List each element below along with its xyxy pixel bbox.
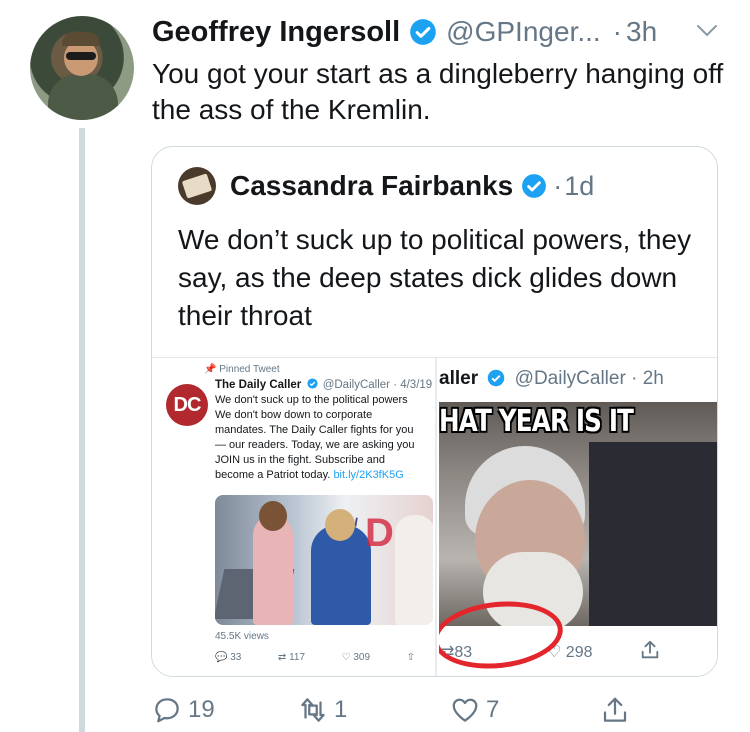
author-avatar[interactable] [30,16,134,120]
share-icon [603,697,627,722]
reply-count: 19 [188,696,215,723]
quoted-tweet[interactable]: Cassandra Fairbanks · 1d We don’t suck u… [151,146,718,677]
like-button[interactable]: 7 [450,690,499,730]
thread-line [79,128,85,732]
daily-caller-logo: DC [166,384,208,426]
screenshot-text: We don't suck up to the political powers… [215,394,415,481]
verified-badge-icon [306,378,318,389]
author-handle[interactable]: @GPInger... [446,16,601,48]
daily-caller-pinned-screenshot: 📌 Pinned Tweet DC The Daily Caller @Dail… [152,358,437,676]
retweet-icon [301,698,325,722]
separator-dot: · [612,16,622,47]
screenshot-header: aller @DailyCaller · 2h [439,368,664,389]
tweet-actions: 19 1 7 [150,690,710,730]
retweet-button[interactable]: 1 [298,690,347,730]
quoted-author-avatar [178,167,216,205]
quoted-tweet-time: 1d [564,170,595,201]
tweet-text: You got your start as a dingleberry hang… [152,58,724,125]
retweet-count: 1 [334,696,348,723]
verified-badge-icon [488,369,505,387]
chevron-down-icon[interactable] [696,24,718,38]
screenshot-header: The Daily Caller @DailyCaller · 4/3/19 [215,378,433,391]
quoted-tweet-image[interactable]: 📌 Pinned Tweet DC The Daily Caller @Dail… [152,357,717,676]
views-count: 45.5K views [215,631,269,642]
tweet-time[interactable]: 3h [626,16,657,48]
verified-badge-icon [410,19,437,45]
heart-icon [452,698,478,722]
quoted-author-name: Cassandra Fairbanks [230,170,514,201]
share-icon [641,640,659,659]
separator-dot: · [553,170,563,201]
meme-image: HAT YEAR IS IT [439,402,717,626]
reply-button[interactable]: 19 [152,690,215,730]
meme-caption: HAT YEAR IS IT [439,404,634,439]
like-count: 7 [486,696,500,723]
verified-badge-icon [522,174,547,198]
quoted-tweet-header: Cassandra Fairbanks · 1d [230,167,594,205]
tweet-header: Geoffrey Ingersoll @GPInger... · 3h [152,12,657,52]
studio-photo: LIVE DA [215,495,433,625]
share-button[interactable] [600,690,630,730]
screenshot-actions: 💬 33 ⇄ 117 ♡ 309 ⇧ [215,652,415,663]
author-name[interactable]: Geoffrey Ingersoll [152,16,400,49]
daily-caller-meme-screenshot: aller @DailyCaller · 2h HAT YEAR IS IT ⇄… [439,358,717,676]
pinned-label: 📌 Pinned Tweet [204,364,280,375]
reply-icon [155,698,179,723]
quoted-tweet-text: We don’t suck up to political powers, th… [178,224,692,331]
